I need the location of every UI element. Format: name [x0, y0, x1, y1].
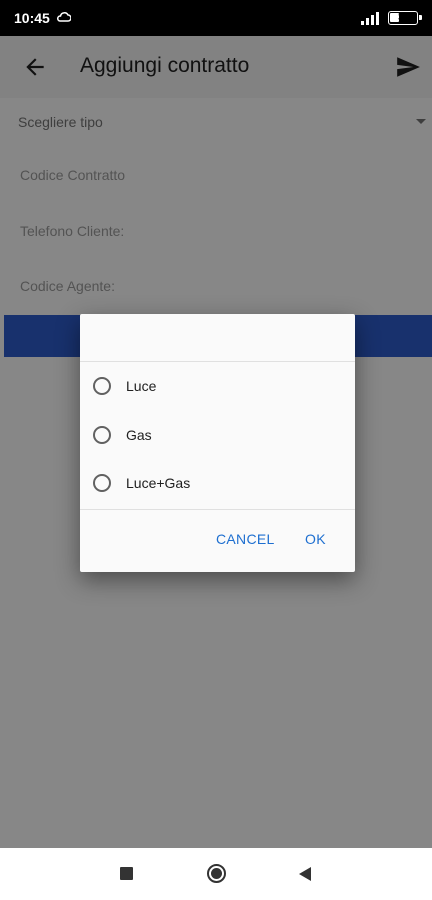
status-bar: 10:45 37: [0, 0, 432, 36]
battery-level: 37: [397, 12, 408, 22]
option-luce[interactable]: Luce: [80, 363, 355, 409]
battery-icon: 37: [388, 11, 422, 25]
triangle-back-icon[interactable]: [299, 867, 311, 881]
cancel-button[interactable]: CANCEL: [216, 531, 275, 547]
navigation-bar: [0, 848, 432, 900]
cloud-icon: [57, 12, 71, 22]
type-dialog: Luce Gas Luce+Gas CANCEL OK: [80, 314, 355, 572]
option-label: Luce: [126, 378, 157, 394]
divider: [80, 509, 355, 510]
option-label: Luce+Gas: [126, 475, 191, 491]
status-time: 10:45: [14, 10, 50, 26]
square-icon[interactable]: [120, 867, 133, 880]
ok-button[interactable]: OK: [305, 531, 326, 547]
radio-unchecked-icon[interactable]: [93, 377, 111, 395]
radio-unchecked-icon[interactable]: [93, 474, 111, 492]
radio-unchecked-icon[interactable]: [93, 426, 111, 444]
circle-home-icon[interactable]: [207, 864, 226, 883]
option-luce-gas[interactable]: Luce+Gas: [80, 460, 355, 506]
divider: [80, 361, 355, 362]
option-label: Gas: [126, 427, 152, 443]
option-gas[interactable]: Gas: [80, 412, 355, 458]
signal-icon: [361, 12, 379, 25]
